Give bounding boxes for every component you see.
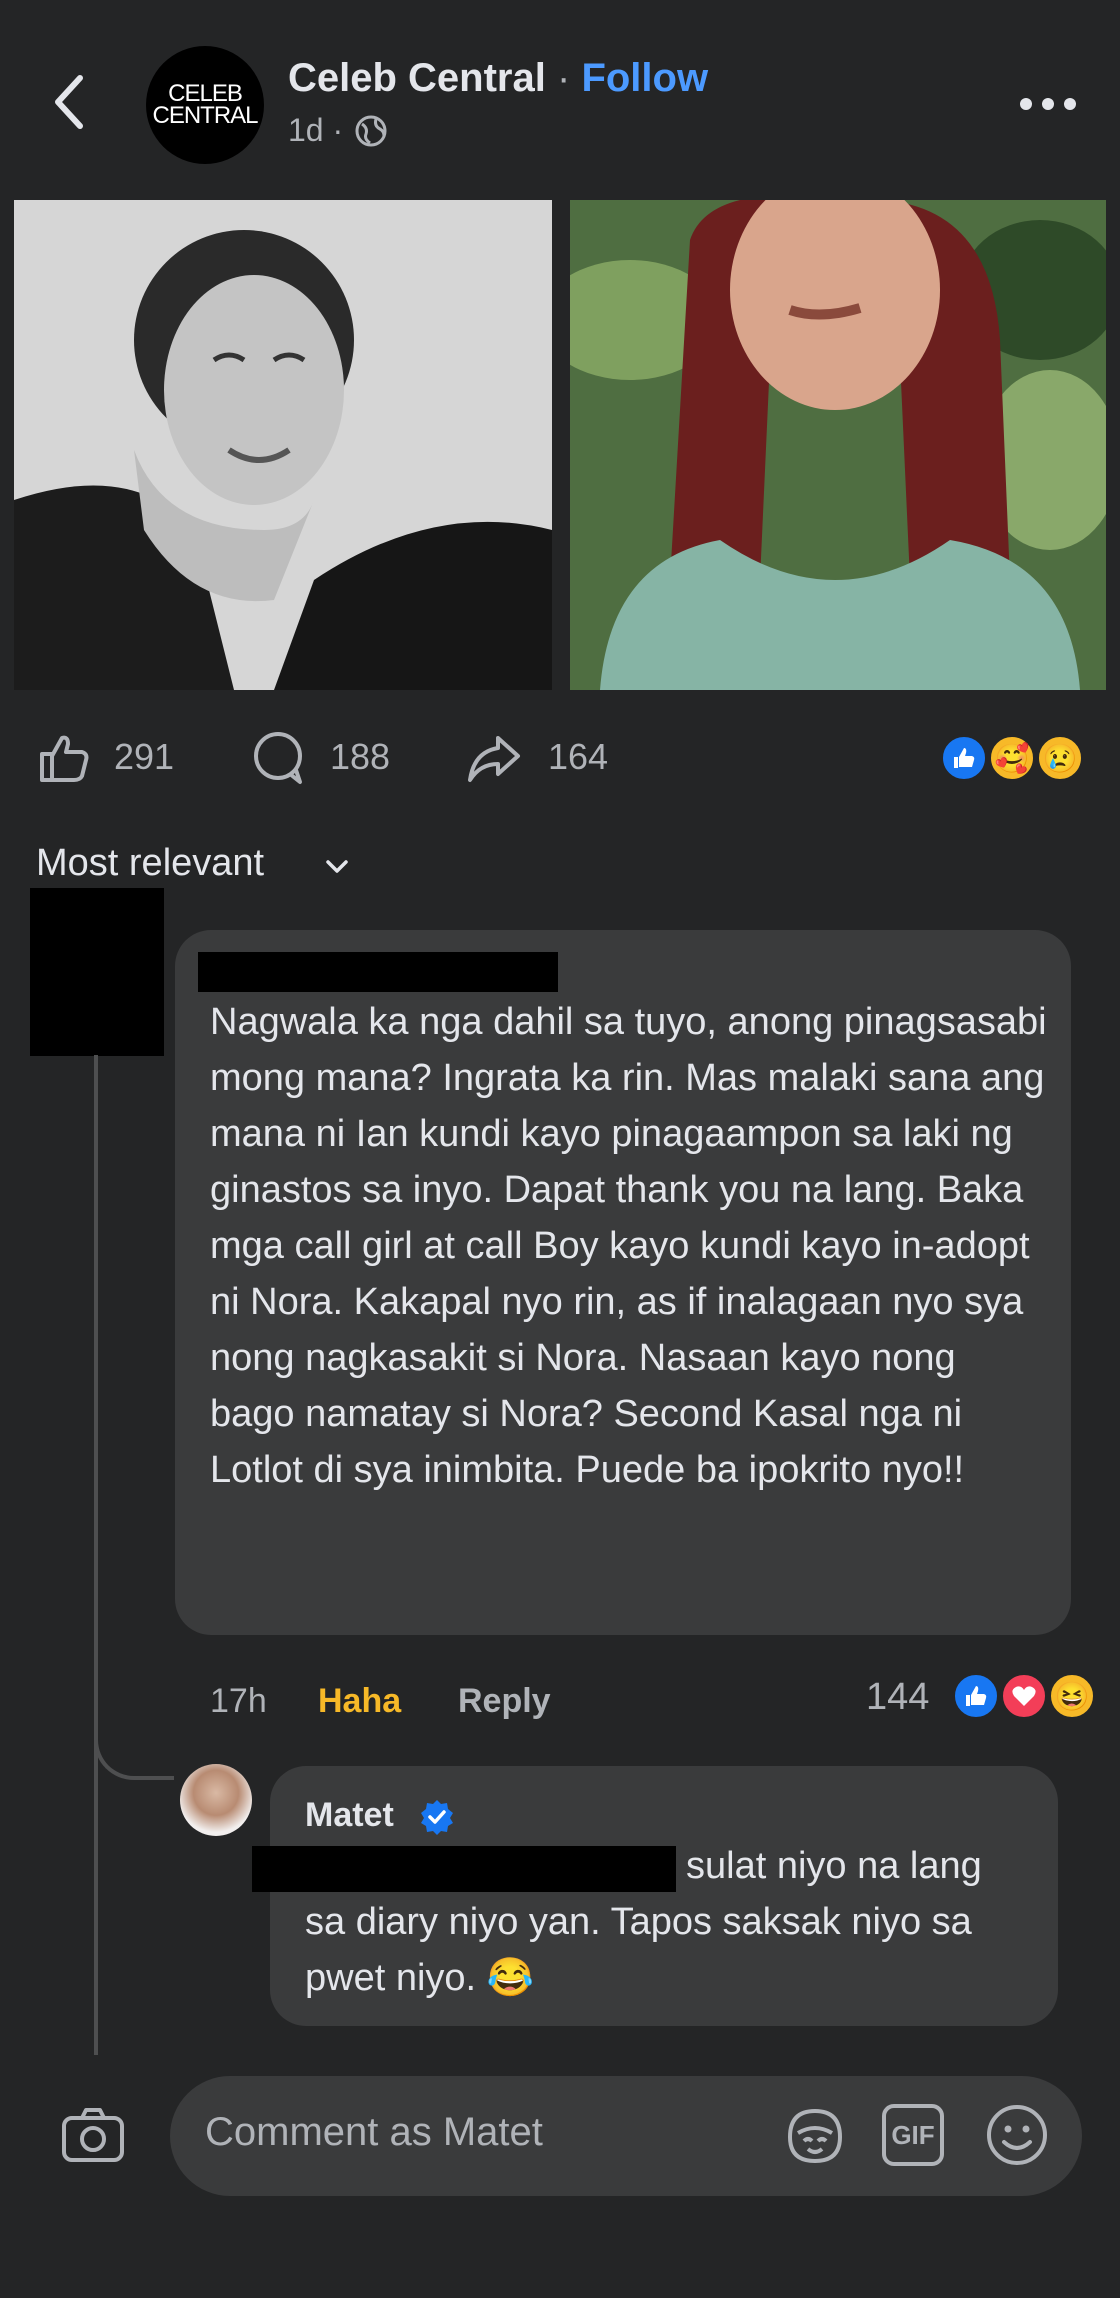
page-avatar[interactable]: CELEB CENTRAL — [146, 46, 264, 164]
share-count: 164 — [548, 736, 609, 777]
comment-icon[interactable] — [250, 730, 306, 786]
title-separator: · — [556, 56, 571, 100]
redacted-avatar — [30, 888, 164, 1056]
reply-text-rest: sa diary niyo yan. Tapos saksak niyo sa … — [305, 1901, 972, 1999]
photo-left-art — [14, 200, 552, 690]
reply-button[interactable]: Reply — [458, 1682, 551, 1721]
comment-placeholder: Comment as Matet — [205, 2110, 543, 2154]
post-photo-left[interactable] — [14, 200, 552, 690]
thread-line — [94, 1055, 98, 2055]
back-arrow-icon[interactable] — [50, 72, 90, 132]
reply-connector — [94, 1700, 174, 1780]
comment-text: Nagwala ka nga dahil sa tuyo, anong pina… — [210, 1001, 1047, 1491]
camera-icon[interactable] — [60, 2102, 126, 2168]
comment-reaction-count[interactable]: 144 — [866, 1676, 929, 1719]
avatar-sticker-icon[interactable] — [782, 2103, 848, 2169]
sad-reaction-icon[interactable]: 😢 — [1036, 734, 1084, 782]
emoji-icon[interactable] — [984, 2102, 1050, 2168]
matet-avatar[interactable] — [180, 1764, 252, 1836]
follow-button[interactable]: Follow — [581, 56, 708, 100]
page-logo-line2: CENTRAL — [152, 102, 258, 129]
chevron-down-icon[interactable] — [322, 852, 352, 882]
more-options-icon[interactable] — [1018, 96, 1078, 112]
page-title-row: Celeb Central · Follow — [288, 56, 708, 101]
like-icon[interactable] — [36, 730, 92, 786]
care-reaction-icon[interactable]: 🥰 — [988, 734, 1036, 782]
photo-right-art — [570, 200, 1106, 690]
haha-reaction-icon[interactable]: 😆 — [1048, 1672, 1096, 1720]
redacted-mention — [252, 1846, 676, 1892]
reaction-haha-button[interactable]: Haha — [318, 1682, 401, 1721]
love-reaction-icon[interactable] — [1000, 1672, 1048, 1720]
reply-text-line1: sulat niyo na lang — [686, 1845, 982, 1887]
like-reaction-icon[interactable] — [940, 734, 988, 782]
globe-icon — [355, 115, 387, 147]
like-reaction-icon[interactable] — [952, 1672, 1000, 1720]
share-icon[interactable] — [466, 730, 522, 786]
comment-count: 188 — [330, 736, 391, 777]
gif-button[interactable]: GIF — [882, 2104, 944, 2166]
verified-badge-icon — [421, 1800, 453, 1835]
redacted-author-name — [198, 952, 558, 992]
comment-time[interactable]: 17h — [210, 1682, 267, 1721]
reply-author-name[interactable]: Matet — [305, 1796, 394, 1835]
page-name[interactable]: Celeb Central — [288, 56, 546, 100]
sort-comments-label[interactable]: Most relevant — [36, 842, 264, 885]
post-photo-right[interactable] — [570, 200, 1106, 690]
like-count: 291 — [114, 736, 175, 777]
post-time[interactable]: 1d · — [288, 112, 343, 149]
